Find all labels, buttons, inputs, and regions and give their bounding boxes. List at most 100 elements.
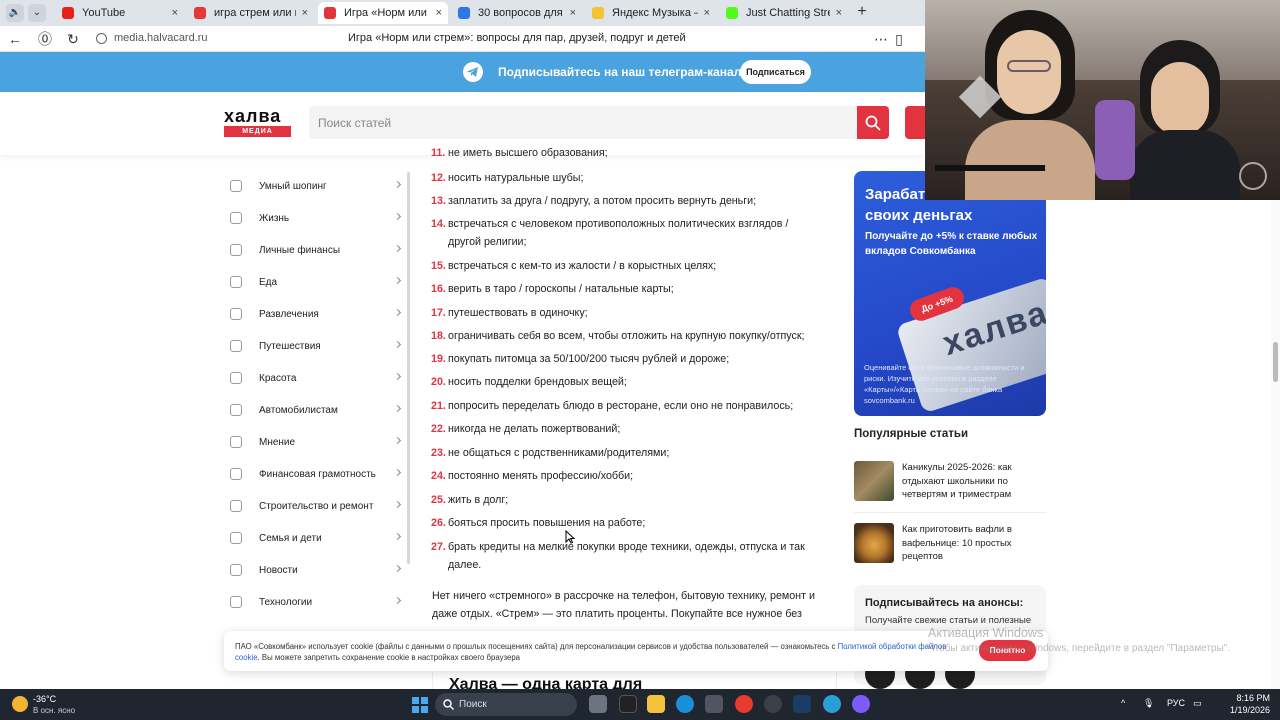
scrollbar-thumb[interactable] — [1273, 342, 1278, 382]
stroller-icon — [230, 532, 242, 544]
sidebar-item[interactable]: Технологии — [224, 586, 408, 618]
language-indicator[interactable]: РУС — [1167, 698, 1185, 708]
sidebar-item[interactable]: Финансовая грамотность — [224, 458, 408, 490]
windows-start-icon[interactable] — [412, 697, 428, 713]
tab-favicon-icon — [458, 7, 470, 19]
list-item: 27. брать кредиты на мелкие покупки вроде… — [431, 539, 821, 574]
sidebar-item[interactable]: Еда — [224, 266, 408, 298]
weather-condition[interactable]: В осн. ясно — [33, 706, 75, 715]
taskbar-search[interactable]: Поиск — [435, 693, 577, 716]
tab-close-icon[interactable]: × — [302, 7, 308, 19]
sidebar-item[interactable]: Личные финансы — [224, 234, 408, 266]
sidebar-item[interactable]: Жизнь — [224, 202, 408, 234]
site-info-icon[interactable] — [96, 33, 107, 44]
sidebar-item[interactable]: Строительство и ремонт — [224, 490, 408, 522]
sidebar-item-label: Развлечения — [259, 308, 319, 320]
sidebar-item[interactable]: Мнение — [224, 426, 408, 458]
monitor-icon[interactable]: ▭ — [1193, 698, 1202, 709]
clock-date[interactable]: 1/19/2026 — [1220, 705, 1270, 715]
sidebar-item-label: Новости — [259, 564, 298, 576]
browser-tab[interactable]: YouTube × — [56, 2, 184, 24]
more-icon[interactable]: ⋯ — [872, 30, 890, 48]
chevron-right-icon — [393, 532, 402, 541]
party-icon — [230, 308, 242, 320]
popular-article[interactable]: Как приготовить вафли в вафельнице: 10 п… — [854, 523, 1046, 569]
task-view-icon[interactable] — [589, 695, 607, 713]
browser-tab[interactable]: Яндекс Музыка — со × — [586, 2, 716, 24]
cookie-policy-link[interactable]: Политикой обработки — [838, 642, 916, 651]
tab-close-icon[interactable]: × — [704, 7, 710, 19]
tray-chevron-icon[interactable]: ^ — [1121, 698, 1125, 708]
sidebar-item[interactable]: Новости — [224, 554, 408, 586]
telegram-app-icon[interactable] — [823, 695, 841, 713]
edge-icon[interactable] — [676, 695, 694, 713]
sidebar-scrollbar[interactable] — [407, 172, 410, 564]
chevron-right-icon — [393, 212, 402, 221]
cookie-text: ПАО «Совкомбанк» использует cookie (файл… — [235, 641, 950, 663]
yandex-browser-icon[interactable] — [735, 695, 753, 713]
telegram-icon — [463, 62, 483, 82]
microphone-icon[interactable]: 🎙 — [1143, 698, 1154, 709]
app-icon[interactable] — [852, 695, 870, 713]
sidebar-item[interactable]: Развлечения — [224, 298, 408, 330]
tab-close-icon[interactable]: × — [836, 7, 842, 19]
search-input[interactable] — [309, 106, 857, 139]
search-button[interactable] — [857, 106, 889, 139]
browser-tab[interactable]: Just Chatting Streaming - × — [720, 2, 848, 24]
list-item: 18. ограничивать себя во всем, чтобы отло… — [431, 328, 821, 346]
sidebar-item[interactable]: Путешествия — [224, 330, 408, 362]
reload-button[interactable]: ↻ — [64, 30, 82, 48]
list-item-text: ограничивать себя во всем, чтобы отложит… — [448, 330, 805, 342]
cookie-banner: ПАО «Совкомбанк» использует cookie (файл… — [224, 631, 1048, 671]
chevron-right-icon — [393, 276, 402, 285]
list-item: 25. жить в долг; — [431, 492, 821, 510]
bookmark-icon[interactable]: ▯ — [890, 30, 908, 48]
yandex-id-icon[interactable]: ⓪ — [36, 30, 54, 48]
sidebar-item[interactable]: Умный шопинг — [224, 170, 408, 202]
back-button[interactable]: ← — [6, 30, 24, 48]
tab-title: 30 вопросов для игры «С — [478, 7, 564, 19]
tab-close-icon[interactable]: × — [436, 7, 442, 19]
page-scrollbar[interactable] — [1271, 200, 1280, 690]
weather-icon[interactable] — [12, 696, 28, 712]
chevron-right-icon — [393, 340, 402, 349]
subscribe-title: Подписывайтесь на анонсы: — [865, 597, 1024, 609]
lipstick-icon — [230, 372, 242, 384]
list-item: 16. верить в таро / гороскопы / натальные… — [431, 281, 821, 299]
browser-tab[interactable]: Игра «Норм или стрем × — [318, 2, 448, 24]
halva-media-logo[interactable]: халва МЕДИА — [224, 107, 291, 137]
store-icon[interactable] — [705, 695, 723, 713]
popular-article[interactable]: Каникулы 2025-2026: как отдыхают школьни… — [854, 461, 1046, 507]
article-thumbnail — [854, 461, 894, 501]
tab-favicon-icon — [726, 7, 738, 19]
browser-tab[interactable]: игра стрем или норм воп × — [188, 2, 314, 24]
list-item: 23. не общаться с родственниками/родителя… — [431, 445, 821, 463]
sovcombank-ad[interactable]: Зарабатывайте на своих деньгах Получайте… — [854, 171, 1046, 416]
file-explorer-icon[interactable] — [647, 695, 665, 713]
list-item-number: 15. — [431, 260, 446, 272]
list-item: 11. не иметь высшего образования; — [431, 145, 821, 163]
sidebar-item[interactable]: Автомобилистам — [224, 394, 408, 426]
steam-icon[interactable] — [793, 695, 811, 713]
sidebar-item-label: Еда — [259, 276, 278, 288]
news-icon — [230, 564, 242, 576]
new-tab-button[interactable]: + — [853, 3, 871, 21]
sidebar-item-label: Путешествия — [259, 340, 321, 352]
weather-temperature[interactable]: -36°C — [33, 694, 56, 704]
chevron-right-icon — [393, 468, 402, 477]
tabs-menu-chevron-icon[interactable]: ⌄ — [28, 4, 46, 22]
tab-close-icon[interactable]: × — [172, 7, 178, 19]
tab-close-icon[interactable]: × — [570, 7, 576, 19]
subscribe-telegram-button[interactable]: Подписаться — [740, 60, 811, 84]
clock-time[interactable]: 8:16 PM — [1230, 693, 1270, 703]
speaker-icon[interactable]: 🔈 — [6, 4, 24, 22]
chevron-right-icon — [393, 596, 402, 605]
search-icon — [443, 699, 454, 710]
game-app-icon[interactable] — [619, 695, 637, 713]
browser-tab[interactable]: 30 вопросов для игры «С × — [452, 2, 582, 24]
sidebar-item[interactable]: Красота — [224, 362, 408, 394]
header-action-button[interactable] — [905, 106, 925, 139]
url-field[interactable]: media.halvacard.ru — [114, 32, 208, 44]
sidebar-item[interactable]: Семья и дети — [224, 522, 408, 554]
settings-app-icon[interactable] — [764, 695, 782, 713]
